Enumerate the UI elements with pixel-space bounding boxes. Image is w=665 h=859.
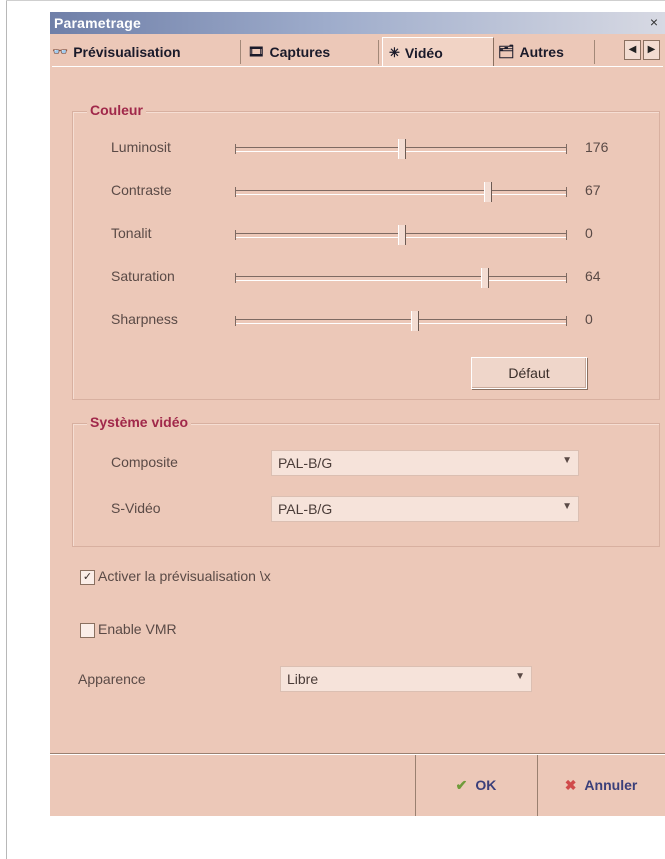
sharpness-slider-thumb[interactable] <box>411 311 420 331</box>
settings-dialog: Parametrage × 👓 Prévisualisation 🎞 Captu… <box>50 12 665 816</box>
slider-tick-end <box>566 316 567 326</box>
tab-autres[interactable]: 🗂 Autres <box>498 40 595 64</box>
composite-select-value: PAL-B/G <box>278 455 333 471</box>
tab-scroll-left-icon[interactable]: ◀ <box>624 40 641 60</box>
contrast-slider-thumb[interactable] <box>484 182 493 202</box>
brightness-value: 176 <box>585 139 609 155</box>
hue-value: 0 <box>585 225 593 241</box>
cancel-button-label: Annuler <box>584 777 638 793</box>
appearance-select[interactable]: Libre ▼ <box>280 666 532 692</box>
brightness-slider-thumb[interactable] <box>398 139 406 159</box>
film-icon: 🎞 <box>248 44 265 59</box>
contrast-value: 67 <box>585 182 601 198</box>
eyeglasses-icon: 👓 <box>52 44 69 59</box>
composite-label: Composite <box>111 454 178 470</box>
brightness-label: Luminosit <box>111 139 171 155</box>
hue-slider-thumb[interactable] <box>398 225 406 245</box>
hue-label: Tonalit <box>111 225 152 241</box>
composite-select[interactable]: PAL-B/G ▼ <box>271 450 579 476</box>
ok-button[interactable]: ✔ OK <box>418 758 534 812</box>
footer-separator <box>537 755 538 816</box>
svideo-label: S-Vidéo <box>111 500 161 516</box>
tab-strip: 👓 Prévisualisation 🎞 Captures ✳ Vidéo 🗂 … <box>50 36 665 67</box>
slider-tick-start <box>235 230 236 240</box>
sharpness-slider[interactable] <box>235 311 567 331</box>
couleur-group-title: Couleur <box>87 102 146 118</box>
slider-tick-end <box>566 187 567 197</box>
footer-separator <box>415 755 416 816</box>
appearance-select-value: Libre <box>287 671 319 687</box>
window-title: Parametrage <box>54 15 142 31</box>
cancel-icon: ✖ <box>564 776 577 793</box>
brightness-slider[interactable] <box>235 139 567 159</box>
saturation-label: Saturation <box>111 268 175 284</box>
tab-label: Captures <box>269 44 331 60</box>
default-button[interactable]: Défaut <box>471 357 587 389</box>
hue-slider[interactable] <box>235 225 567 245</box>
svideo-select[interactable]: PAL-B/G ▼ <box>271 496 579 522</box>
tab-previsualisation[interactable]: 👓 Prévisualisation <box>52 40 241 64</box>
contrast-label: Contraste <box>111 182 172 198</box>
sharpness-value: 0 <box>585 311 593 327</box>
slider-tick-end <box>566 144 567 154</box>
footer-divider-light <box>50 754 665 755</box>
video-system-group: Système vidéo Composite PAL-B/G ▼ S-Vidé… <box>72 414 660 547</box>
tab-label: Vidéo <box>404 44 443 61</box>
slider-tick-start <box>235 316 236 326</box>
couleur-group: Couleur Luminosit 176 Contraste 67 Tonal… <box>72 102 660 400</box>
slider-tick-end <box>566 230 567 240</box>
cancel-button[interactable]: ✖ Annuler <box>540 758 662 812</box>
tab-video[interactable]: ✳ Vidéo <box>382 37 494 67</box>
saturation-slider[interactable] <box>235 268 567 288</box>
checkmark-icon: ✔ <box>455 776 468 793</box>
tab-scroll-right-icon[interactable]: ▶ <box>643 40 660 60</box>
sharpness-label: Sharpness <box>111 311 178 327</box>
slider-tick-start <box>235 144 236 154</box>
video-tab-panel: Couleur Luminosit 176 Contraste 67 Tonal… <box>52 66 663 761</box>
slider-tick-start <box>235 187 236 197</box>
ok-button-label: OK <box>475 777 497 793</box>
contrast-slider[interactable] <box>235 182 567 202</box>
tab-label: Autres <box>519 44 564 60</box>
chevron-down-icon[interactable]: ▼ <box>562 455 572 466</box>
video-icon: ✳ <box>389 44 400 60</box>
tab-captures[interactable]: 🎞 Captures <box>248 40 379 64</box>
tools-icon: 🗂 <box>498 44 515 59</box>
saturation-value: 64 <box>585 268 601 284</box>
page-border-left <box>6 0 7 859</box>
preview-checkbox-label[interactable]: Activer la prévisualisation \x <box>98 568 271 584</box>
video-system-group-title: Système vidéo <box>87 414 192 430</box>
svideo-select-value: PAL-B/G <box>278 501 333 517</box>
enable-vmr-label[interactable]: Enable VMR <box>98 621 177 637</box>
chevron-down-icon[interactable]: ▼ <box>515 671 525 682</box>
title-bar[interactable]: Parametrage × <box>50 12 665 34</box>
preview-checkbox[interactable]: ✓ <box>80 570 95 585</box>
tab-label: Prévisualisation <box>73 44 181 60</box>
slider-tick-end <box>566 273 567 283</box>
chevron-down-icon[interactable]: ▼ <box>562 501 572 512</box>
slider-tick-start <box>235 273 236 283</box>
close-icon[interactable]: × <box>647 15 661 29</box>
page-border-top <box>6 0 665 1</box>
saturation-slider-thumb[interactable] <box>481 268 489 288</box>
enable-vmr-checkbox[interactable] <box>80 623 95 638</box>
appearance-label: Apparence <box>78 671 146 687</box>
